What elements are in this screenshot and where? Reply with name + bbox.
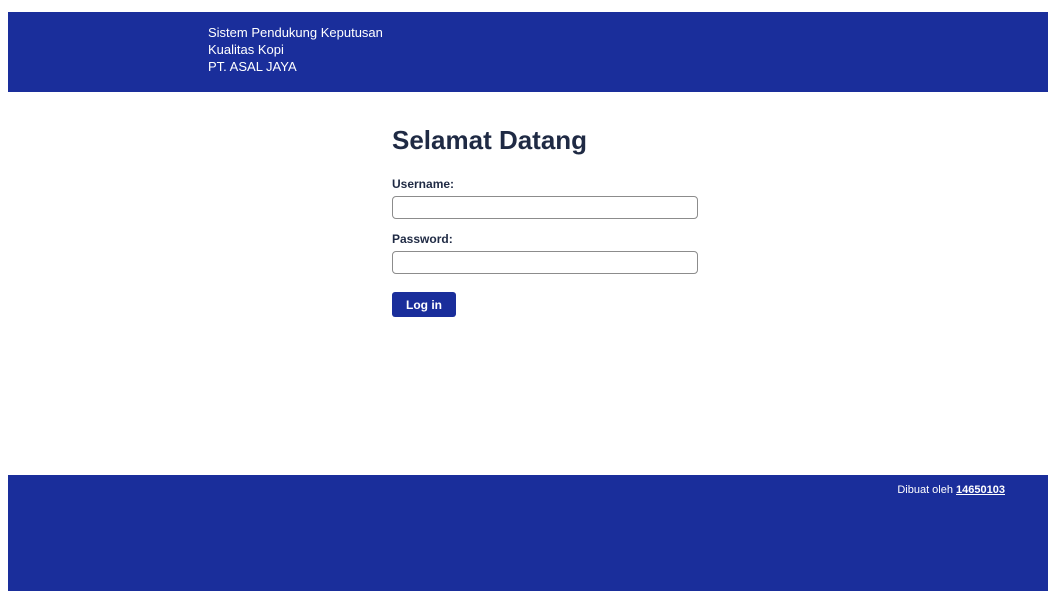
brand-line-1: Sistem Pendukung Keputusan xyxy=(208,25,383,40)
brand-line-2: Kualitas Kopi xyxy=(208,42,284,57)
username-label: Username: xyxy=(392,177,455,191)
page: Sistem Pendukung Keputusan Kualitas Kopi… xyxy=(0,0,1056,591)
footer-credit: Dibuat oleh 14650103 xyxy=(897,484,1005,496)
brand-line-3: PT. ASAL JAYA xyxy=(208,59,297,74)
header-bar: Sistem Pendukung Keputusan Kualitas Kopi… xyxy=(8,12,1048,92)
author-link[interactable]: 14650103 xyxy=(956,484,1005,496)
password-label: Password: xyxy=(392,232,453,246)
footer-bar: Dibuat oleh 14650103 xyxy=(8,475,1048,591)
username-input[interactable] xyxy=(392,196,698,219)
password-input[interactable] xyxy=(392,251,698,274)
site-brand: Sistem Pendukung Keputusan Kualitas Kopi… xyxy=(208,24,383,75)
credit-prefix: Dibuat oleh xyxy=(897,484,957,496)
page-title: Selamat Datang xyxy=(392,125,588,155)
login-form: Selamat Datang Username: Password: Log i… xyxy=(392,124,698,317)
login-button[interactable]: Log in xyxy=(392,292,456,317)
